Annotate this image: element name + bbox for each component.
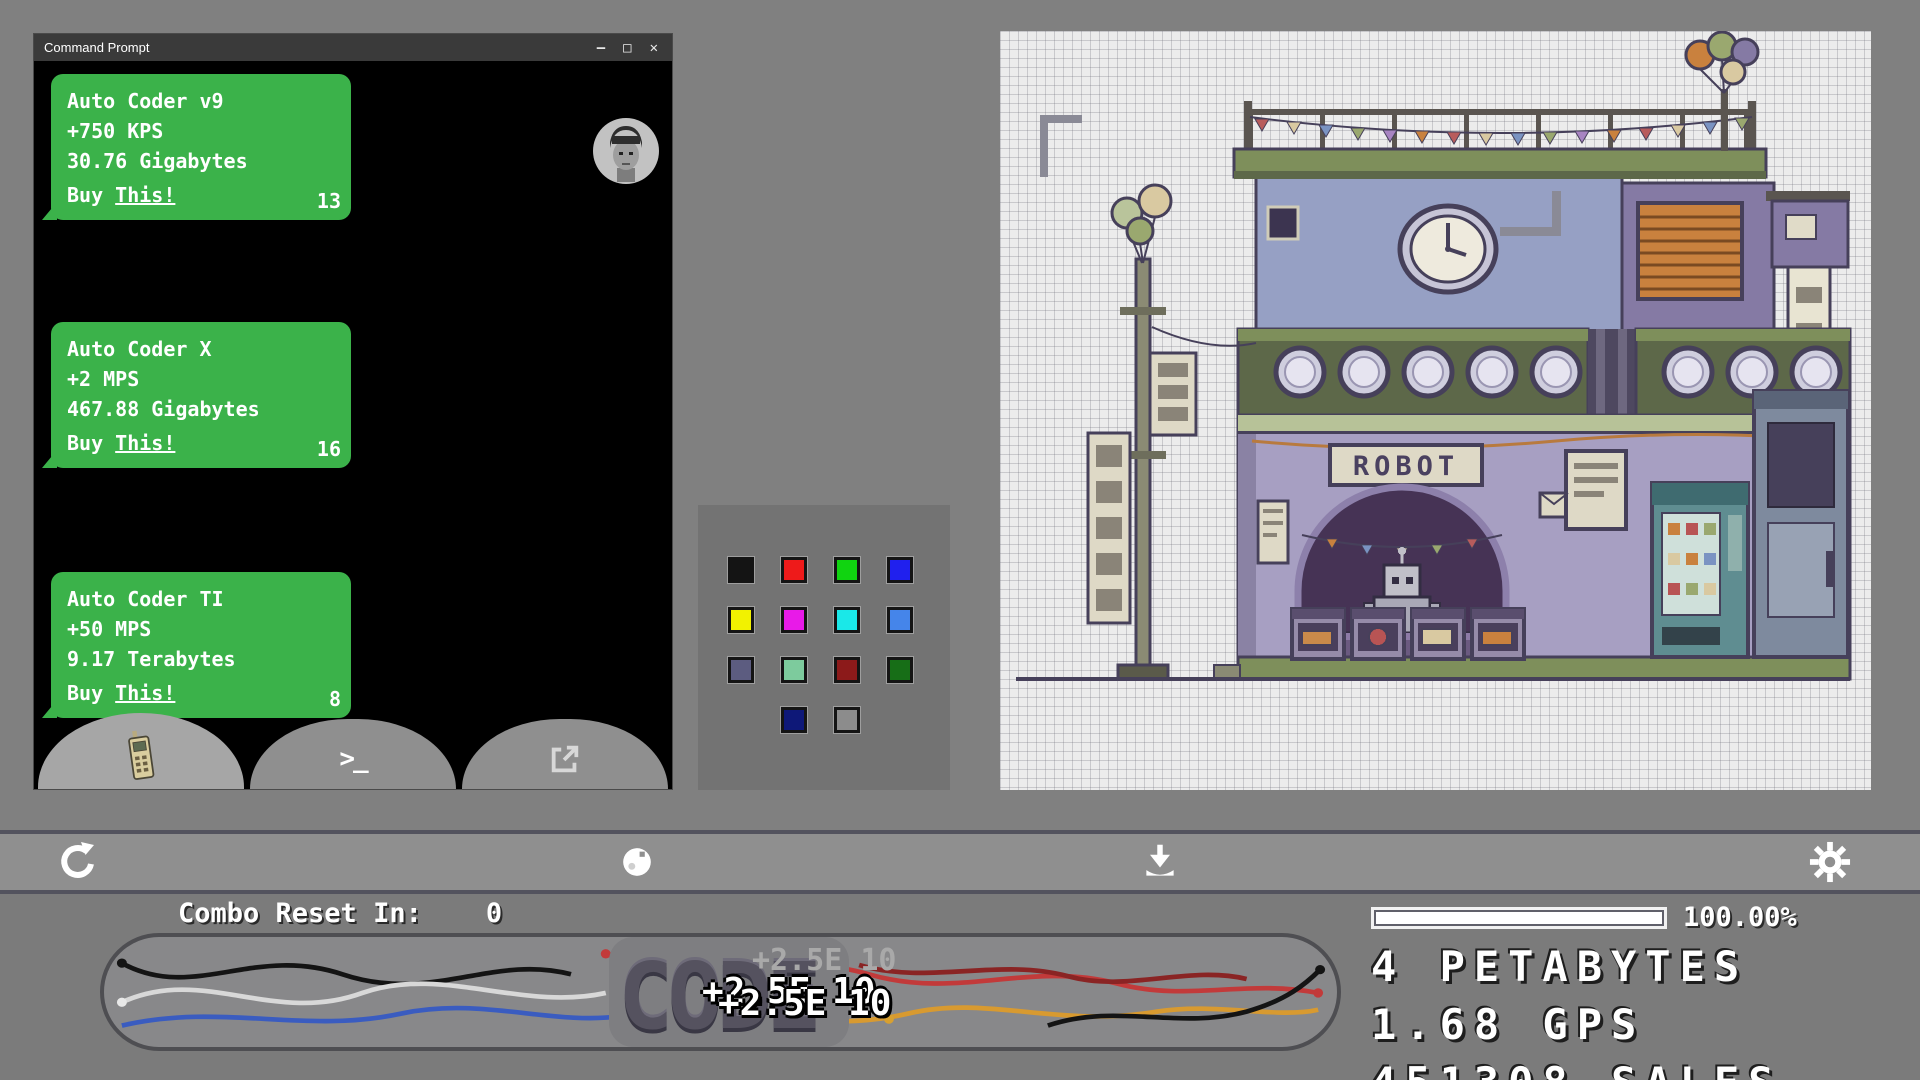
buy-link[interactable]: This!: [115, 431, 175, 455]
terminal-body: Auto Coder v9 +750 KPS 30.76 Gigabytes B…: [34, 61, 672, 789]
tab-phone[interactable]: [38, 713, 244, 789]
refresh-button[interactable]: [54, 838, 102, 886]
window-titlebar[interactable]: Command Prompt – □ ✕: [34, 34, 672, 61]
terminal-icon: >_: [339, 744, 366, 774]
color-swatch[interactable]: [887, 557, 913, 583]
wire-minigame[interactable]: CODE +2.5E 10 +2.5E 10 +2.5E 10: [100, 933, 1341, 1051]
item-name: Auto Coder TI: [67, 584, 335, 614]
color-swatch[interactable]: [834, 657, 860, 683]
color-swatch[interactable]: [728, 557, 754, 583]
item-price: 467.88 Gigabytes: [67, 394, 335, 424]
item-rate: +50 MPS: [67, 614, 335, 644]
color-swatch[interactable]: [834, 607, 860, 633]
pixel-art-building: ROBOT: [1000, 31, 1871, 790]
pixel-canvas[interactable]: ROBOT: [1000, 31, 1871, 790]
item-price: 9.17 Terabytes: [67, 644, 335, 674]
buy-label: Buy This!: [67, 428, 175, 458]
item-name: Auto Coder X: [67, 334, 335, 364]
minimize-button[interactable]: –: [597, 40, 605, 56]
gear-icon: [1809, 841, 1851, 883]
color-swatch[interactable]: [834, 707, 860, 733]
color-swatch[interactable]: [728, 657, 754, 683]
empty-cell: [728, 707, 754, 733]
command-prompt-window: Command Prompt – □ ✕ Auto Coder v9 +750 …: [33, 33, 673, 790]
external-link-icon: [548, 742, 582, 776]
color-swatch[interactable]: [781, 707, 807, 733]
hud-panel: Combo Reset In:0 CODE +2.5E 10 +2.5E 10 …: [0, 894, 1920, 1080]
clock-graphic: [1400, 206, 1496, 292]
tab-external[interactable]: [462, 719, 668, 789]
item-count: 13: [317, 186, 341, 216]
item-count: 8: [329, 684, 341, 714]
person-icon: [593, 118, 659, 184]
window-title: Command Prompt: [44, 40, 149, 55]
stat-sales: 451308 SALES: [1371, 1058, 1797, 1080]
item-rate: +750 KPS: [67, 116, 335, 146]
phone-icon: [121, 727, 160, 785]
download-button[interactable]: [1136, 838, 1184, 886]
color-swatch[interactable]: [728, 607, 754, 633]
buy-link[interactable]: This!: [115, 183, 175, 207]
color-swatch[interactable]: [887, 657, 913, 683]
buy-label: Buy This!: [67, 180, 175, 210]
stat-petabytes: 4 PETABYTES: [1371, 942, 1797, 991]
ball-icon: [618, 843, 656, 881]
combo-reset-label: Combo Reset In:0: [178, 898, 502, 929]
avatar: [593, 118, 659, 184]
shop-item-bubble[interactable]: Auto Coder TI +50 MPS 9.17 Terabytes Buy…: [51, 572, 351, 718]
robot-sign-text: ROBOT: [1353, 451, 1459, 482]
buy-link[interactable]: This!: [115, 681, 175, 705]
color-swatch[interactable]: [781, 557, 807, 583]
progress-percent: 100.00%: [1683, 902, 1797, 933]
close-button[interactable]: ✕: [650, 40, 658, 56]
earnings-popup: +2.5E 10: [718, 983, 891, 1024]
shop-item-bubble[interactable]: Auto Coder X +2 MPS 467.88 Gigabytes Buy…: [51, 322, 351, 468]
empty-cell: [887, 707, 913, 733]
color-swatch[interactable]: [834, 557, 860, 583]
color-swatch[interactable]: [887, 607, 913, 633]
combo-reset-value: 0: [486, 898, 502, 929]
shop-item-bubble[interactable]: Auto Coder v9 +750 KPS 30.76 Gigabytes B…: [51, 74, 351, 220]
item-price: 30.76 Gigabytes: [67, 146, 335, 176]
buy-label: Buy This!: [67, 678, 175, 708]
toolbar: [0, 830, 1920, 894]
progress-bar: [1371, 907, 1667, 929]
ball-button[interactable]: [613, 838, 661, 886]
item-count: 16: [317, 434, 341, 464]
color-swatch[interactable]: [781, 607, 807, 633]
color-swatch[interactable]: [781, 657, 807, 683]
tab-terminal[interactable]: >_: [250, 719, 456, 789]
stat-gps: 1.68 GPS: [1371, 1000, 1797, 1049]
stats-block: 100.00% 4 PETABYTES 1.68 GPS 451308 SALE…: [1371, 902, 1797, 1080]
progress-bar-fill: [1376, 912, 1662, 924]
color-palette-panel: [698, 505, 950, 790]
maximize-button[interactable]: □: [623, 40, 631, 56]
item-name: Auto Coder v9: [67, 86, 335, 116]
item-rate: +2 MPS: [67, 364, 335, 394]
settings-button[interactable]: [1806, 838, 1854, 886]
download-icon: [1140, 842, 1180, 882]
refresh-icon: [56, 840, 100, 884]
